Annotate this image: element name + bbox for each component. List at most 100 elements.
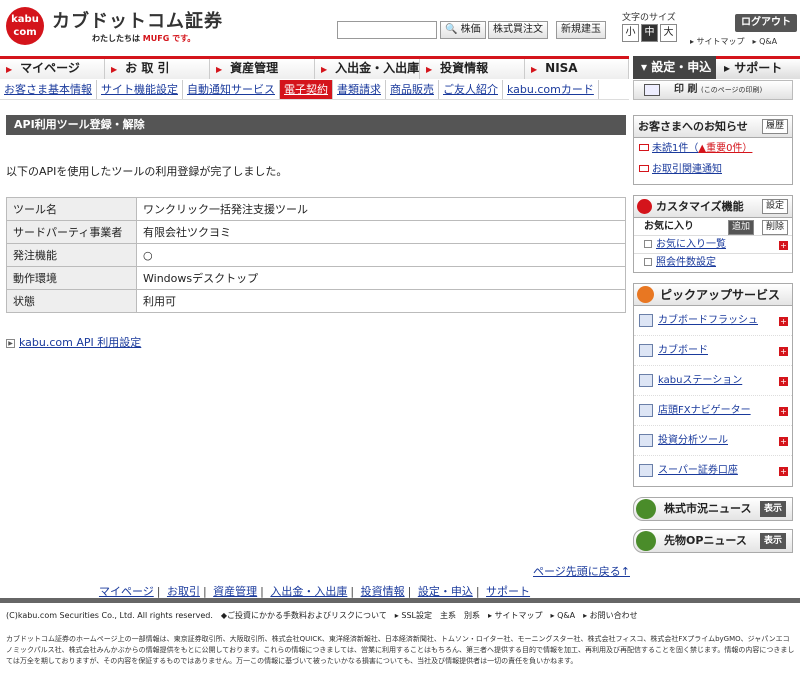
footer-link[interactable]: 投資情報 <box>361 585 405 598</box>
delete-favorite-button[interactable]: 削除 <box>761 220 788 235</box>
nav-trade[interactable]: ▶ お 取 引 <box>105 59 210 79</box>
favorites-list-label[interactable]: お気に入り一覧 <box>656 239 726 250</box>
font-large-button[interactable]: 大 <box>660 24 677 42</box>
service-label[interactable]: 店頭FXナビゲーター <box>658 405 751 416</box>
subnav-item[interactable]: kabu.comカード <box>503 80 599 99</box>
trade-notice[interactable]: お取引関連通知 <box>634 159 792 180</box>
futures-news-label: 先物OPニュース <box>664 534 747 547</box>
customize-box: カスタマイズ機能 設定 お気に入り 追加 削除 お気に入り一覧 + 照会件数設定 <box>633 195 793 273</box>
nav-main: ▶ マイページ ▶ お 取 引 ▶ 資産管理 ▶ 入出金・入出庫 ▶ 投資情報 ▶ NISA <box>0 56 629 79</box>
font-small-button[interactable]: 小 <box>622 24 639 42</box>
footer-link[interactable]: 資産管理 <box>213 585 257 598</box>
api-settings-link[interactable]: ▶ kabu.com API 利用設定 <box>6 334 626 350</box>
font-medium-button[interactable]: 中 <box>641 24 658 42</box>
subnav-item[interactable]: 書類請求 <box>333 80 386 99</box>
subnav-item[interactable]: 自動通知サービス <box>183 80 280 99</box>
service-icon <box>639 434 653 447</box>
plus-icon[interactable]: + <box>779 317 788 326</box>
plus-icon[interactable]: + <box>779 241 788 250</box>
service-label[interactable]: kabuステーション <box>658 375 742 386</box>
subnav-item[interactable]: お客さま基本情報 <box>0 80 97 99</box>
nav-label: 資産管理 <box>230 61 279 75</box>
plus-icon[interactable]: + <box>779 407 788 416</box>
customize-settings-button[interactable]: 設定 <box>761 199 788 214</box>
row-value: ワンクリック一括発注支援ツール <box>136 197 626 221</box>
subnav-item[interactable]: 商品販売 <box>386 80 439 99</box>
plus-icon[interactable]: + <box>779 467 788 476</box>
important-label[interactable]: ▲重要0件） <box>698 143 752 154</box>
footer-nav: マイページ | お取引 | 資産管理 | 入出金・入出庫 | 投資情報 | 設定・申込 | … <box>98 585 531 598</box>
utility-links[interactable]: ▸ サイトマップ ▸ Q&A <box>690 36 777 47</box>
service-item[interactable]: カブボード + <box>634 336 792 366</box>
logout-button[interactable]: ログアウト <box>735 14 797 32</box>
subnav-item[interactable]: サイト機能設定 <box>97 80 183 99</box>
market-news-bar[interactable]: 株式市況ニュース 表示 <box>633 497 793 521</box>
plus-icon[interactable]: + <box>779 377 788 386</box>
nav-label: NISA <box>545 61 578 75</box>
nav-nisa[interactable]: ▶ NISA <box>525 59 629 79</box>
tool-info-table: ツール名 ワンクリック一括発注支援ツール サードパーティ事業者 有限会社ツクヨミ 発… <box>6 197 626 313</box>
service-item[interactable]: カブボードフラッシュ + <box>634 306 792 336</box>
query-setting-item[interactable]: 照会件数設定 <box>634 254 792 272</box>
service-item[interactable]: 店頭FXナビゲーター + <box>634 396 792 426</box>
add-favorite-button[interactable]: 追加 <box>727 220 754 235</box>
service-label[interactable]: カブボードフラッシュ <box>658 315 758 326</box>
subnav-item[interactable]: ご友人紹介 <box>439 80 503 99</box>
nav-label: お 取 引 <box>125 61 170 75</box>
row-value: 利用可 <box>136 289 626 313</box>
logo-name[interactable]: カブドットコム証券 <box>52 7 223 33</box>
footer-link[interactable]: 入出金・入出庫 <box>270 585 347 598</box>
stock-price-button[interactable]: 🔍 株価 <box>440 21 486 39</box>
nav-support[interactable]: ▸ サポート <box>716 56 800 79</box>
service-label[interactable]: 投資分析ツール <box>658 435 728 446</box>
row-label: ツール名 <box>6 197 137 221</box>
logo-badge[interactable]: kabu com <box>6 7 44 45</box>
unread-label[interactable]: 未読1件（ <box>652 143 698 154</box>
history-button[interactable]: 履歴 <box>761 119 788 134</box>
nav-settings[interactable]: ▾ 設定・申込 <box>633 56 716 79</box>
news-icon <box>636 499 656 519</box>
lightbulb-icon <box>637 286 654 303</box>
row-value: ○ <box>136 243 626 267</box>
service-label[interactable]: スーパー証券口座 <box>658 465 738 476</box>
printer-icon <box>644 84 660 96</box>
quote-search-input[interactable] <box>337 21 437 39</box>
nav-info[interactable]: ▶ 投資情報 <box>420 59 525 79</box>
print-button[interactable]: 印 刷 (このページの印刷) <box>633 80 793 100</box>
query-setting-label[interactable]: 照会件数設定 <box>656 257 716 268</box>
notice-title: お客さまへのお知らせ <box>638 120 748 133</box>
show-market-news-button[interactable]: 表示 <box>759 501 786 517</box>
nav-mypage[interactable]: ▶ マイページ <box>0 59 105 79</box>
service-icon <box>639 344 653 357</box>
pickup-box: ピックアップサービス カブボードフラッシュ + カブボード + kabuステーション… <box>633 283 793 487</box>
service-item[interactable]: スーパー証券口座 + <box>634 456 792 486</box>
plus-icon[interactable]: + <box>779 347 788 356</box>
favorites-list-item[interactable]: お気に入り一覧 + <box>634 236 792 254</box>
plus-icon[interactable]: + <box>779 437 788 446</box>
service-label[interactable]: カブボード <box>658 345 708 356</box>
nav-deposit[interactable]: ▶ 入出金・入出庫 <box>315 59 420 79</box>
service-item[interactable]: kabuステーション + <box>634 366 792 396</box>
unread-notice[interactable]: 未読1件（▲重要0件） <box>634 138 792 159</box>
api-settings-label[interactable]: kabu.com API 利用設定 <box>19 336 141 349</box>
footer-link[interactable]: マイページ <box>99 585 154 598</box>
pickup-title: ピックアップサービス <box>660 288 781 302</box>
nav-assets[interactable]: ▶ 資産管理 <box>210 59 315 79</box>
show-futures-news-button[interactable]: 表示 <box>759 533 786 549</box>
trade-notice-label[interactable]: お取引関連通知 <box>652 164 722 175</box>
buy-order-button[interactable]: 株式買注文 <box>488 21 548 39</box>
page-top-link[interactable]: ページ先頭に戻る↑ <box>533 563 630 579</box>
arrow-icon: ▶ <box>6 65 13 74</box>
footer-link[interactable]: 設定・申込 <box>418 585 473 598</box>
footer-link[interactable]: お取引 <box>167 585 200 598</box>
row-value: Windowsデスクトップ <box>136 266 626 290</box>
footer-link[interactable]: サポート <box>486 585 530 598</box>
futures-news-bar[interactable]: 先物OPニュース 表示 <box>633 529 793 553</box>
new-position-button[interactable]: 新規建玉 <box>556 21 606 39</box>
subnav-item-active[interactable]: 電子契約 <box>280 80 333 99</box>
favorites-label: お気に入り <box>644 221 694 232</box>
row-value: 有限会社ツクヨミ <box>136 220 626 244</box>
header: kabu com カブドットコム証券 わたしたちは MUFG です。 🔍 株価 … <box>0 0 800 50</box>
page-title: API利用ツール登録・解除 <box>6 115 626 135</box>
service-item[interactable]: 投資分析ツール + <box>634 426 792 456</box>
